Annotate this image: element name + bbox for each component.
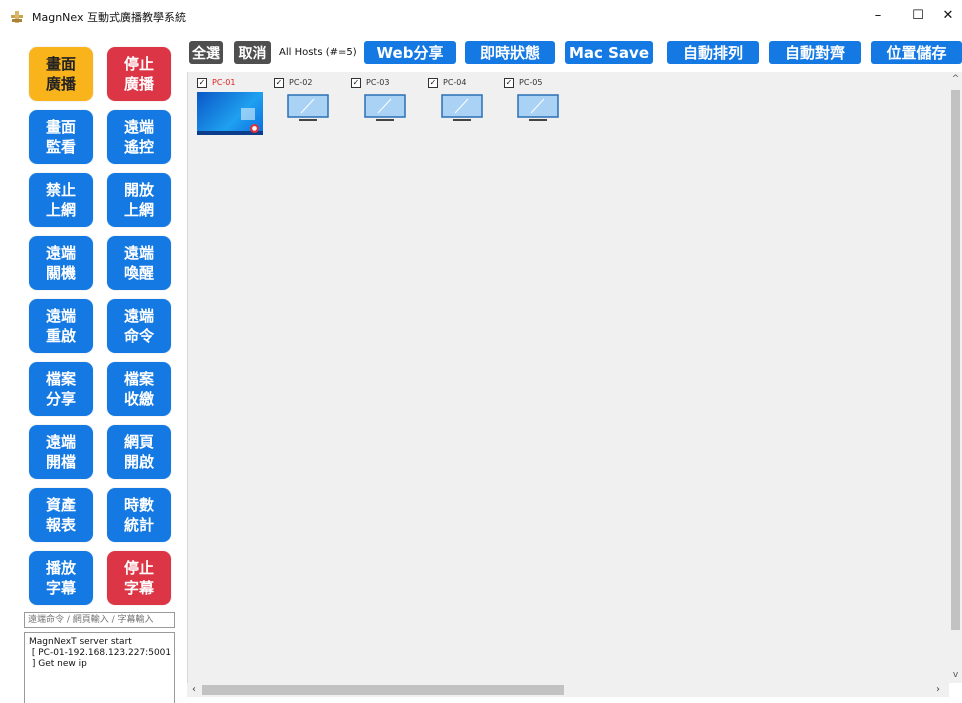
asset-report-button[interactable]: 資產 報表 xyxy=(29,488,93,542)
remote-command-button[interactable]: 遠端 命令 xyxy=(107,299,171,353)
host-item[interactable]: ✓ PC-01 ● xyxy=(197,78,269,138)
host-name: PC-01 xyxy=(212,78,236,87)
remote-wake-label: 遠端 喚醒 xyxy=(123,244,154,282)
hosts-count-label: All Hosts (#=5) xyxy=(279,47,357,58)
open-webpage-button[interactable]: 網頁 開啟 xyxy=(107,425,171,479)
vertical-scroll-thumb[interactable] xyxy=(951,90,960,630)
select-all-button[interactable]: 全選 xyxy=(189,41,223,64)
block-internet-label: 禁止 上網 xyxy=(45,181,76,219)
allow-internet-label: 開放 上網 xyxy=(123,181,154,219)
offline-monitor-icon[interactable] xyxy=(364,94,406,124)
block-internet-button[interactable]: 禁止 上網 xyxy=(29,173,93,227)
windows-logo-icon xyxy=(241,108,255,120)
allow-internet-button[interactable]: 開放 上網 xyxy=(107,173,171,227)
stop-subtitle-label: 停止 字幕 xyxy=(123,559,154,597)
hours-stats-label: 時數 統計 xyxy=(123,496,154,534)
title-bar: MagnNex 互動式廣播教學系統 – ☐ ✕ xyxy=(0,0,962,32)
offline-monitor-icon[interactable] xyxy=(517,94,559,124)
hours-stats-button[interactable]: 時數 統計 xyxy=(107,488,171,542)
remote-control-label: 遠端 遙控 xyxy=(123,118,154,156)
file-share-button[interactable]: 檔案 分享 xyxy=(29,362,93,416)
auto-arrange-button[interactable]: 自動排列 xyxy=(667,41,759,64)
remote-shutdown-label: 遠端 關機 xyxy=(45,244,76,282)
remote-control-button[interactable]: 遠端 遙控 xyxy=(107,110,171,164)
log-output: MagnNexT server start [ PC-01-192.168.12… xyxy=(24,632,175,703)
host-item[interactable]: ✓ PC-02 xyxy=(274,78,346,138)
offline-monitor-icon[interactable] xyxy=(441,94,483,124)
position-save-button[interactable]: 位置儲存 xyxy=(871,41,962,64)
web-share-button[interactable]: Web分享 xyxy=(364,41,456,64)
host-checkbox[interactable]: ✓ xyxy=(428,78,438,88)
remote-wake-button[interactable]: 遠端 喚醒 xyxy=(107,236,171,290)
remote-restart-button[interactable]: 遠端 重啟 xyxy=(29,299,93,353)
close-button[interactable]: ✕ xyxy=(930,0,962,30)
horizontal-scroll-thumb[interactable] xyxy=(202,685,564,695)
screen-broadcast-label: 畫面 廣播 xyxy=(45,55,76,93)
scroll-down-icon[interactable]: v xyxy=(949,668,962,682)
host-name: PC-03 xyxy=(366,78,390,87)
remote-open-file-button[interactable]: 遠端 開檔 xyxy=(29,425,93,479)
play-subtitle-button[interactable]: 播放 字幕 xyxy=(29,551,93,605)
minimize-button[interactable]: – xyxy=(860,0,896,30)
toolbar: 全選 取消 All Hosts (#=5) Web分享 即時狀態 Mac Sav… xyxy=(186,32,962,72)
remote-command-label: 遠端 命令 xyxy=(123,307,154,345)
scroll-left-icon[interactable]: ‹ xyxy=(187,683,201,697)
scroll-right-icon[interactable]: › xyxy=(931,683,945,697)
asset-report-label: 資產 報表 xyxy=(45,496,76,534)
screen-monitor-button[interactable]: 畫面 監看 xyxy=(29,110,93,164)
file-collect-button[interactable]: 檔案 收繳 xyxy=(107,362,171,416)
file-share-label: 檔案 分享 xyxy=(45,370,76,408)
host-checkbox[interactable]: ✓ xyxy=(274,78,284,88)
host-checkbox[interactable]: ✓ xyxy=(504,78,514,88)
scroll-up-icon[interactable]: ^ xyxy=(949,72,962,86)
stop-broadcast-button[interactable]: 停止 廣播 xyxy=(107,47,171,101)
user-badge-icon: ● xyxy=(250,124,259,133)
horizontal-scrollbar[interactable]: ‹ › xyxy=(187,683,949,697)
host-item[interactable]: ✓ PC-03 xyxy=(351,78,423,138)
auto-align-button[interactable]: 自動對齊 xyxy=(769,41,861,64)
hosts-workspace[interactable]: ✓ PC-01 ● ✓ PC-02 ✓ PC-03 ✓ PC-04 ✓ PC-0… xyxy=(187,72,949,683)
host-screen-thumbnail[interactable]: ● xyxy=(197,92,263,135)
command-input[interactable] xyxy=(24,612,175,628)
host-item[interactable]: ✓ PC-05 xyxy=(504,78,576,138)
host-item[interactable]: ✓ PC-04 xyxy=(428,78,500,138)
offline-monitor-icon[interactable] xyxy=(287,94,329,124)
open-webpage-label: 網頁 開啟 xyxy=(123,433,154,471)
stop-subtitle-button[interactable]: 停止 字幕 xyxy=(107,551,171,605)
window-title: MagnNex 互動式廣播教學系統 xyxy=(32,11,186,24)
vertical-scrollbar[interactable]: ^ v xyxy=(949,72,962,683)
remote-restart-label: 遠端 重啟 xyxy=(45,307,76,345)
host-checkbox[interactable]: ✓ xyxy=(351,78,361,88)
play-subtitle-label: 播放 字幕 xyxy=(45,559,76,597)
mac-save-button[interactable]: Mac Save xyxy=(565,41,653,64)
remote-open-file-label: 遠端 開檔 xyxy=(45,433,76,471)
screen-monitor-label: 畫面 監看 xyxy=(45,118,76,156)
cancel-selection-button[interactable]: 取消 xyxy=(234,41,271,64)
app-window: MagnNex 互動式廣播教學系統 – ☐ ✕ 畫面 廣播 停止 廣播 畫面 監… xyxy=(0,0,962,703)
screen-broadcast-button[interactable]: 畫面 廣播 xyxy=(29,47,93,101)
left-panel: 畫面 廣播 停止 廣播 畫面 監看 遠端 遙控 禁止 上網 開放 上網 遠端 關… xyxy=(0,32,186,703)
remote-shutdown-button[interactable]: 遠端 關機 xyxy=(29,236,93,290)
app-logo-icon xyxy=(11,11,23,23)
instant-status-button[interactable]: 即時狀態 xyxy=(465,41,555,64)
host-name: PC-05 xyxy=(519,78,543,87)
host-name: PC-02 xyxy=(289,78,313,87)
host-name: PC-04 xyxy=(443,78,467,87)
host-checkbox[interactable]: ✓ xyxy=(197,78,207,88)
file-collect-label: 檔案 收繳 xyxy=(123,370,154,408)
stop-broadcast-label: 停止 廣播 xyxy=(123,55,154,93)
